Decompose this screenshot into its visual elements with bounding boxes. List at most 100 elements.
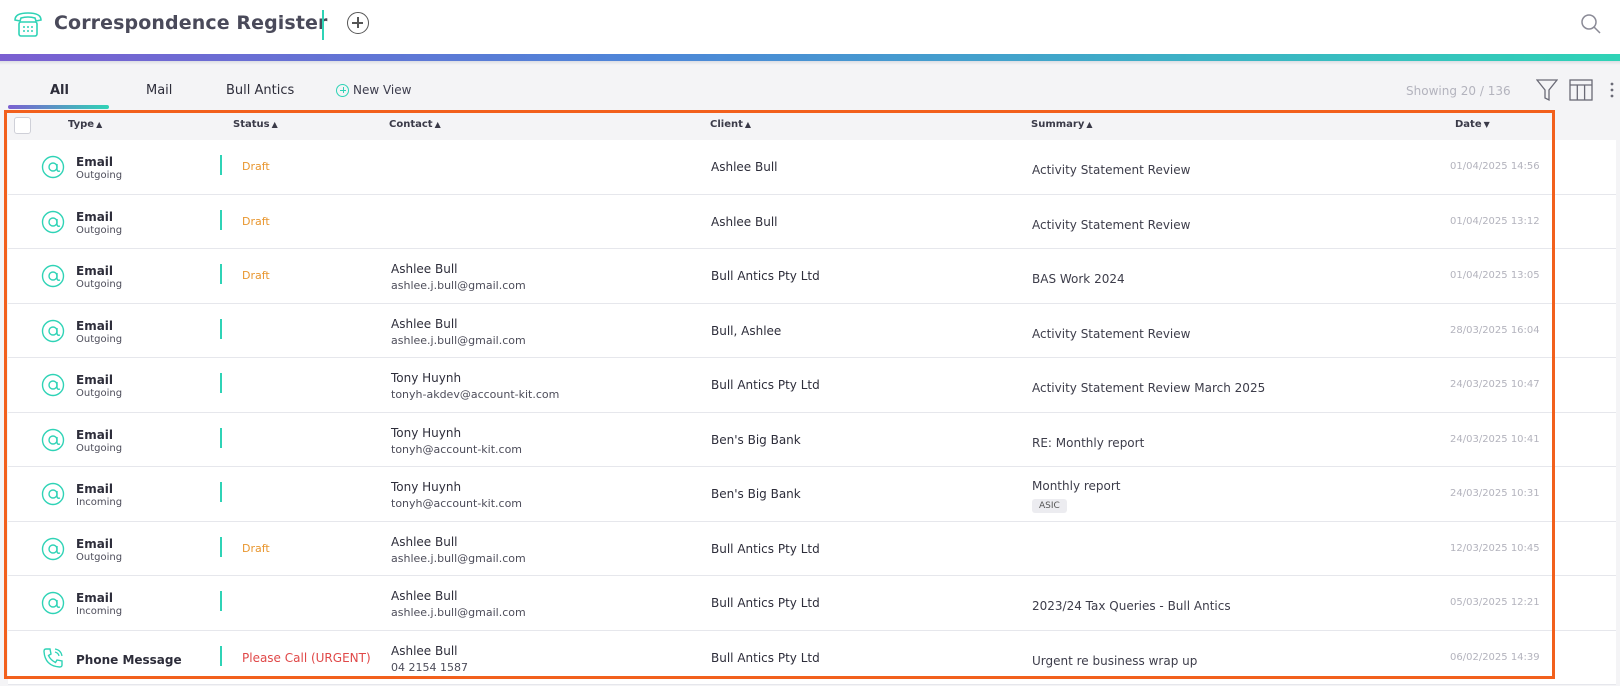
row-client: Bull, Ashlee bbox=[711, 323, 782, 338]
row-contact-detail: tonyh-akdev@account-kit.com bbox=[391, 388, 560, 401]
row-client: Bull Antics Pty Ltd bbox=[711, 596, 820, 610]
new-view-button[interactable]: New View bbox=[336, 83, 411, 97]
row-contact-detail: ashlee.j.bull@gmail.com bbox=[391, 551, 526, 565]
row-contact-name: Ashlee Bull bbox=[391, 643, 458, 658]
active-tab-indicator bbox=[8, 105, 109, 109]
at-icon bbox=[41, 264, 65, 288]
row-summary: RE: Monthly report bbox=[1032, 435, 1145, 450]
row-contact-detail: ashlee.j.bull@gmail.com bbox=[391, 279, 526, 292]
table-row[interactable]: Email Outgoing Draft Ashlee Bull Activit… bbox=[8, 140, 1616, 195]
page-title: Correspondence Register bbox=[54, 12, 328, 34]
column-header-summary[interactable]: Summary ▲ bbox=[1031, 119, 1093, 130]
row-direction: Outgoing bbox=[76, 170, 123, 181]
table-row[interactable]: Email Outgoing Draft Ashlee Bull ashlee.… bbox=[8, 249, 1616, 304]
row-contact-name: Ashlee Bull bbox=[391, 589, 458, 603]
column-header-status[interactable]: Status ▲ bbox=[233, 119, 278, 130]
plus-circle-icon bbox=[336, 83, 349, 97]
row-summary: Monthly report bbox=[1032, 479, 1121, 493]
row-client: Ben's Big Bank bbox=[711, 432, 801, 447]
row-date: 05/03/2025 12:21 bbox=[1450, 597, 1540, 608]
row-status: Draft bbox=[242, 160, 270, 173]
row-status: Draft bbox=[242, 214, 270, 228]
row-summary: 2023/24 Tax Queries - Bull Antics bbox=[1032, 599, 1231, 613]
column-header-client[interactable]: Client ▲ bbox=[710, 119, 751, 130]
tab-bull-antics[interactable]: Bull Antics bbox=[226, 83, 294, 98]
row-contact-name: Ashlee Bull bbox=[391, 534, 458, 549]
record-count: Showing 20 / 136 bbox=[1406, 84, 1511, 98]
at-icon bbox=[41, 428, 65, 451]
table-body: Email Outgoing Draft Ashlee Bull Activit… bbox=[8, 140, 1616, 685]
columns-icon[interactable] bbox=[1569, 79, 1593, 101]
table-row[interactable]: Email Outgoing Ashlee Bull ashlee.j.bull… bbox=[8, 303, 1616, 358]
row-direction: Outgoing bbox=[76, 333, 123, 345]
row-direction: Outgoing bbox=[76, 224, 123, 236]
row-contact-name: Ashlee Bull bbox=[391, 316, 458, 331]
row-contact-detail: tonyh@account-kit.com bbox=[391, 497, 523, 510]
table-row[interactable]: Email Incoming Tony Huynh tonyh@account-… bbox=[8, 467, 1616, 522]
row-contact-detail: ashlee.j.bull@gmail.com bbox=[391, 606, 526, 619]
row-direction: Outgoing bbox=[76, 551, 123, 563]
row-contact-detail: ashlee.j.bull@gmail.com bbox=[391, 333, 526, 347]
row-summary: Urgent re business wrap up bbox=[1032, 653, 1198, 668]
row-client: Bull Antics Pty Ltd bbox=[711, 378, 820, 392]
at-icon bbox=[41, 155, 65, 179]
at-icon bbox=[41, 210, 65, 233]
row-contact-name: Tony Huynh bbox=[391, 371, 462, 385]
row-contact-name: Tony Huynh bbox=[391, 480, 462, 494]
row-summary: BAS Work 2024 bbox=[1032, 272, 1125, 286]
table-row[interactable]: Email Outgoing Tony Huynh tonyh@account-… bbox=[8, 412, 1616, 467]
row-client: Bull Antics Pty Ltd bbox=[711, 541, 820, 556]
filter-icon[interactable] bbox=[1536, 78, 1558, 102]
row-contact-detail: 04 2154 1587 bbox=[391, 660, 468, 674]
column-header-date[interactable]: Date ▼ bbox=[1455, 119, 1490, 130]
row-direction: Incoming bbox=[76, 606, 123, 617]
row-direction: Incoming bbox=[76, 497, 123, 508]
select-all-checkbox[interactable] bbox=[14, 117, 31, 134]
row-type: Email bbox=[76, 318, 114, 333]
row-divider bbox=[220, 373, 222, 393]
row-type: Email bbox=[76, 427, 114, 442]
new-view-label: New View bbox=[353, 83, 412, 97]
at-icon bbox=[41, 537, 65, 560]
row-client: Ashlee Bull bbox=[711, 214, 778, 229]
row-divider bbox=[220, 645, 222, 666]
row-date: 24/03/2025 10:41 bbox=[1450, 433, 1540, 445]
tab-all[interactable]: All bbox=[50, 83, 69, 98]
table-row[interactable]: Email Outgoing Draft Ashlee Bull ashlee.… bbox=[8, 521, 1616, 576]
table-row[interactable]: Email Outgoing Draft Ashlee Bull Activit… bbox=[8, 194, 1616, 249]
row-type: Email bbox=[76, 264, 114, 278]
row-type: Email bbox=[76, 536, 114, 551]
at-icon bbox=[41, 373, 65, 397]
correspondence-table: Type ▲ Status ▲ Contact ▲ Client ▲ Summary ▲ … bbox=[0, 110, 1620, 686]
row-type: Email bbox=[76, 482, 114, 496]
tab-mail[interactable]: Mail bbox=[146, 83, 172, 98]
view-toolbar: All Mail Bull Antics New View Showing 20… bbox=[0, 65, 1620, 110]
column-header-type[interactable]: Type ▲ bbox=[68, 119, 102, 130]
search-icon[interactable] bbox=[1580, 13, 1602, 35]
row-client: Bull Antics Pty Ltd bbox=[711, 269, 820, 283]
row-summary: Activity Statement Review bbox=[1032, 217, 1191, 232]
row-date: 24/03/2025 10:47 bbox=[1450, 379, 1540, 390]
row-divider bbox=[220, 155, 222, 175]
phone-icon bbox=[43, 647, 63, 668]
row-type: Email bbox=[76, 373, 114, 387]
row-type: Email bbox=[76, 155, 114, 169]
at-icon bbox=[41, 319, 65, 342]
add-circle-icon[interactable] bbox=[347, 12, 369, 34]
more-vertical-icon[interactable] bbox=[1609, 81, 1615, 99]
column-header-contact[interactable]: Contact ▲ bbox=[389, 119, 441, 130]
row-divider bbox=[220, 264, 222, 284]
table-row[interactable]: Email Outgoing Tony Huynh tonyh-akdev@ac… bbox=[8, 358, 1616, 413]
row-summary: Activity Statement Review bbox=[1032, 326, 1191, 341]
row-type: Email bbox=[76, 209, 114, 224]
row-divider bbox=[220, 591, 222, 611]
row-type: Email bbox=[76, 591, 114, 605]
row-date: 01/04/2025 14:56 bbox=[1450, 161, 1540, 172]
table-row[interactable]: Phone Message Please Call (URGENT) Ashle… bbox=[8, 630, 1616, 685]
header-gradient-bar bbox=[0, 54, 1620, 61]
row-client: Bull Antics Pty Ltd bbox=[711, 650, 820, 665]
table-row[interactable]: Email Incoming Ashlee Bull ashlee.j.bull… bbox=[8, 576, 1616, 631]
row-date: 01/04/2025 13:05 bbox=[1450, 270, 1540, 281]
telephone-icon bbox=[14, 12, 42, 37]
row-contact-name: Ashlee Bull bbox=[391, 262, 458, 276]
